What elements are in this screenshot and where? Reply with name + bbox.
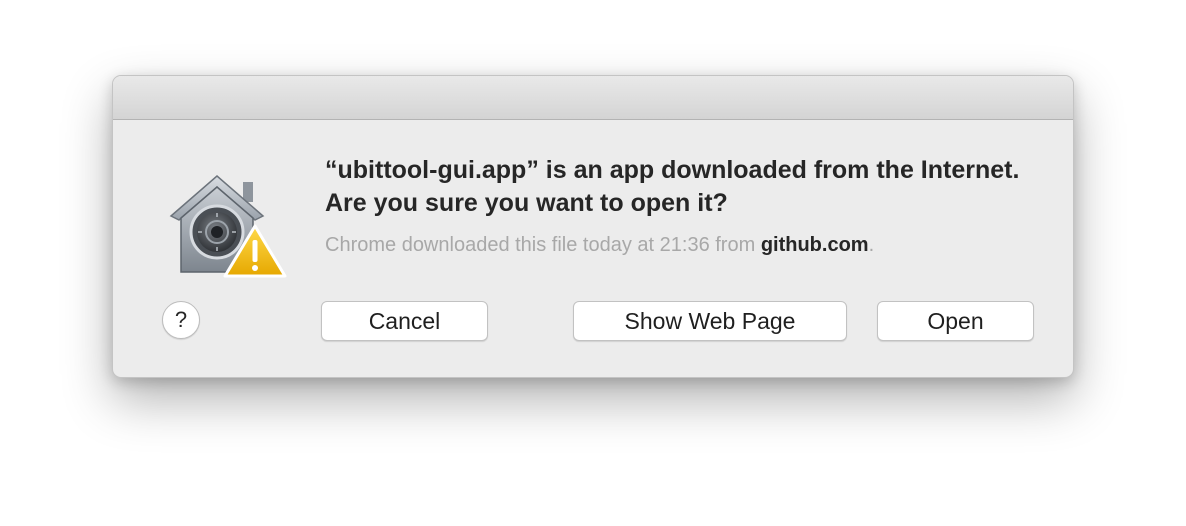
- download-source-text: Chrome downloaded this file today at 21:…: [325, 232, 1045, 258]
- security-alert-dialog: “ubittool-gui.app” is an app downloaded …: [112, 75, 1074, 378]
- alert-heading: “ubittool-gui.app” is an app downloaded …: [325, 156, 1020, 217]
- cancel-button[interactable]: Cancel: [321, 301, 488, 341]
- download-source-host: github.com: [760, 234, 869, 256]
- gatekeeper-security-icon: [165, 168, 289, 280]
- dialog-titlebar[interactable]: [113, 76, 1073, 120]
- open-button[interactable]: Open: [877, 301, 1034, 341]
- download-source-suffix: .: [868, 234, 875, 256]
- help-button[interactable]: ?: [162, 301, 200, 339]
- download-source-prefix: Chrome downloaded this file today at 21:…: [325, 234, 761, 256]
- show-web-page-button[interactable]: Show Web Page: [573, 301, 847, 341]
